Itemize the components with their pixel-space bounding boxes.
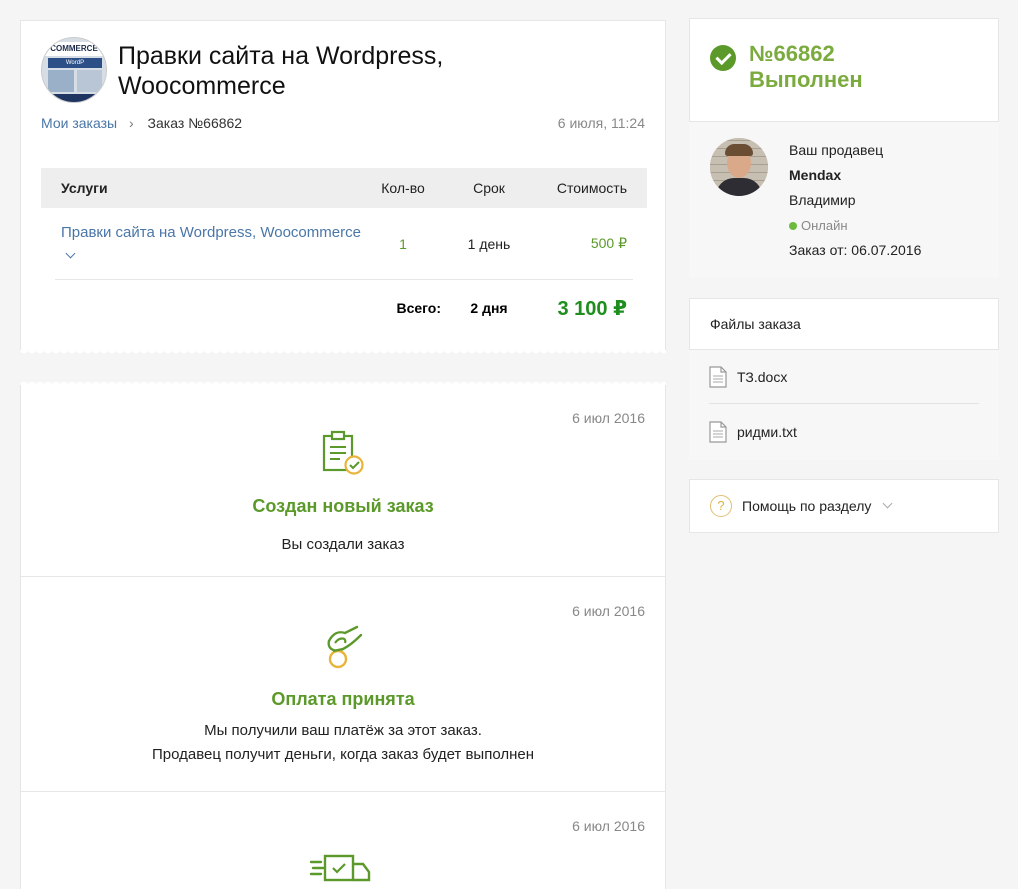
chevron-down-icon[interactable] [65, 248, 76, 258]
timeline-event: 6 июл 2016 [21, 792, 665, 889]
total-label: Всего: [396, 300, 441, 316]
chevron-right-icon: › [128, 115, 134, 131]
file-item[interactable]: ТЗ.docx [709, 350, 979, 404]
event-title: Создан новый заказ [252, 496, 434, 516]
order-number: №66862 [749, 41, 835, 66]
clipboard-check-icon [322, 430, 364, 475]
delivery-truck-icon [309, 854, 371, 882]
order-header-card: COMMERCE WordP Правки сайта на Wordpress… [20, 20, 666, 356]
avatar[interactable] [710, 138, 768, 196]
online-dot-icon [789, 222, 797, 230]
service-link[interactable]: Правки сайта на Wordpress, Woocommerce [55, 221, 365, 267]
order-timeline: 6 июл 2016 Создан новый заказ Вы создали… [20, 379, 666, 889]
order-status-label: Выполнен [749, 67, 863, 92]
service-qty: 1 [399, 235, 407, 252]
help-label[interactable]: Помощь по разделу [742, 498, 871, 514]
seller-info: Ваш продавец Mendax Владимир Онлайн Зака… [789, 138, 921, 263]
thumb-block [77, 70, 102, 92]
event-text: Вы создали заказ [281, 536, 405, 553]
files-title: Файлы заказа [689, 298, 999, 350]
event-date: 6 июл 2016 [572, 603, 645, 619]
total-term: 2 дня [470, 300, 508, 316]
header-services: Услуги [61, 180, 108, 196]
event-date: 6 июл 2016 [572, 410, 645, 426]
event-date: 6 июл 2016 [572, 818, 645, 834]
event-text: Мы получили ваш платёж за этот заказ. [204, 722, 482, 739]
file-item[interactable]: ридми.txt [709, 405, 979, 459]
question-icon: ? [710, 495, 732, 517]
avatar-hair [725, 144, 753, 156]
service-cost: 500 ₽ [590, 235, 627, 251]
breadcrumb-current: Заказ №66862 [147, 115, 243, 131]
order-title: Правки сайта на Wordpress, Woocommerce [118, 42, 444, 100]
check-circle-icon [710, 45, 736, 71]
timeline-event: 6 июл 2016 Создан новый заказ Вы создали… [21, 384, 665, 577]
hand-coin-icon [327, 625, 363, 669]
seller-caption: Ваш продавец [789, 142, 884, 158]
help-section-toggle[interactable]: ? Помощь по разделу [689, 479, 999, 533]
table-total-row: Всего: 2 дня 3 100 ₽ [41, 280, 647, 336]
document-icon [709, 421, 727, 443]
event-text: Продавец получит деньги, когда заказ буд… [151, 746, 535, 763]
gig-thumbnail[interactable]: COMMERCE WordP [41, 37, 107, 103]
seller-name: Владимир [789, 192, 856, 208]
order-status: №66862 Выполнен [749, 41, 863, 93]
order-files-card: Файлы заказа ТЗ.docx ридми.txt [689, 298, 999, 460]
order-from-date: Заказ от: 06.07.2016 [789, 242, 922, 258]
gig-thumbnail-sublabel: WordP [48, 58, 102, 68]
breadcrumb-my-orders-link[interactable]: Мои заказы [41, 115, 117, 131]
service-name[interactable]: Правки сайта на Wordpress, Woocommerce [61, 224, 361, 241]
services-table: Услуги Кол-во Срок Стоимость Правки сайт… [41, 168, 647, 336]
breadcrumb: Мои заказы › Заказ №66862 [41, 115, 242, 131]
service-term: 1 день [467, 235, 511, 252]
header-term: Срок [473, 180, 505, 196]
online-status-label: Онлайн [801, 218, 848, 233]
order-status-card: №66862 Выполнен [689, 18, 999, 122]
seller-card: Ваш продавец Mendax Владимир Онлайн Зака… [689, 122, 999, 278]
file-name[interactable]: ридми.txt [737, 424, 797, 440]
event-title: Оплата принята [271, 689, 415, 709]
thumb-block [48, 70, 74, 92]
document-icon [709, 365, 727, 388]
seller-nick[interactable]: Mendax [789, 163, 921, 188]
header-cost: Стоимость [556, 180, 627, 196]
gig-thumbnail-label: COMMERCE [42, 42, 106, 56]
total-cost: 3 100 ₽ [557, 297, 627, 320]
order-date: 6 июля, 11:24 [557, 115, 645, 131]
online-status: Онлайн [789, 213, 921, 238]
thumb-footer [42, 94, 106, 102]
table-row: Правки сайта на Wordpress, Woocommerce 1… [55, 208, 633, 280]
header-qty: Кол-во [381, 180, 425, 196]
timeline-event: 6 июл 2016 Оплата принята Мы получили ва… [21, 577, 665, 792]
chevron-down-icon[interactable] [882, 498, 893, 509]
table-header: Услуги Кол-во Срок Стоимость [41, 168, 647, 208]
file-name[interactable]: ТЗ.docx [737, 369, 787, 385]
